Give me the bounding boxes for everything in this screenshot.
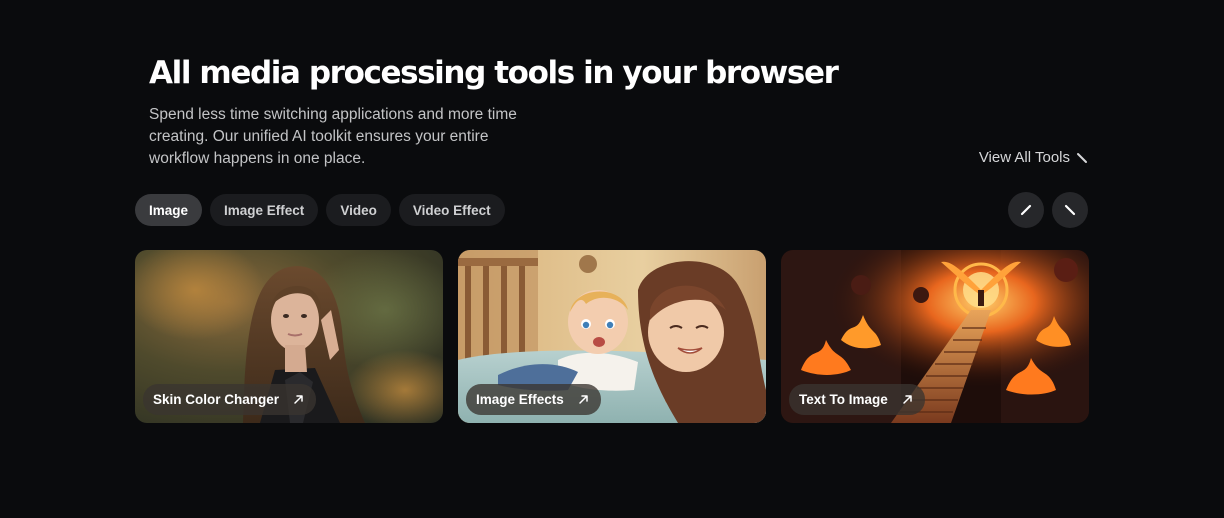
tool-cards: Skin Color Changer Image Effects Text To…: [135, 250, 1089, 423]
section-subtitle: Spend less time switching applications a…: [149, 106, 517, 167]
view-all-tools-link[interactable]: View All Tools: [979, 149, 1088, 166]
section-title: All media processing tools in your brows…: [149, 55, 839, 91]
prev-button[interactable]: [1008, 192, 1044, 228]
tab-image[interactable]: Image: [135, 194, 203, 226]
tool-card-skin-color-changer[interactable]: Skin Color Changer: [135, 250, 443, 423]
tool-card-image-effects[interactable]: Image Effects: [458, 250, 766, 423]
view-all-label: View All Tools: [978, 149, 1070, 166]
next-button[interactable]: [1052, 192, 1088, 228]
arrow-next-icon: [1064, 204, 1076, 216]
card-label: Image Effects: [466, 384, 601, 415]
carousel-nav: [1008, 192, 1088, 228]
arrow-up-right-icon: [903, 395, 912, 404]
tool-card-text-to-image[interactable]: Text To Image: [781, 250, 1089, 423]
arrow-prev-icon: [1020, 204, 1032, 216]
card-title: Text To Image: [799, 392, 888, 407]
card-label: Skin Color Changer: [143, 384, 317, 415]
arrow-up-right-icon: [579, 395, 588, 404]
card-title: Image Effects: [476, 392, 564, 407]
tab-video[interactable]: Video: [326, 194, 391, 226]
tools-section: All media processing tools in your brows…: [0, 0, 1224, 518]
category-tabs: Image Image Effect Video Video Effect: [135, 194, 505, 226]
arrow-down-right-icon: [1077, 152, 1087, 163]
arrow-up-right-icon: [294, 395, 303, 404]
tab-image-effect[interactable]: Image Effect: [210, 194, 319, 226]
card-title: Skin Color Changer: [153, 392, 280, 407]
tab-video-effect[interactable]: Video Effect: [398, 194, 505, 226]
card-label: Text To Image: [789, 384, 925, 415]
